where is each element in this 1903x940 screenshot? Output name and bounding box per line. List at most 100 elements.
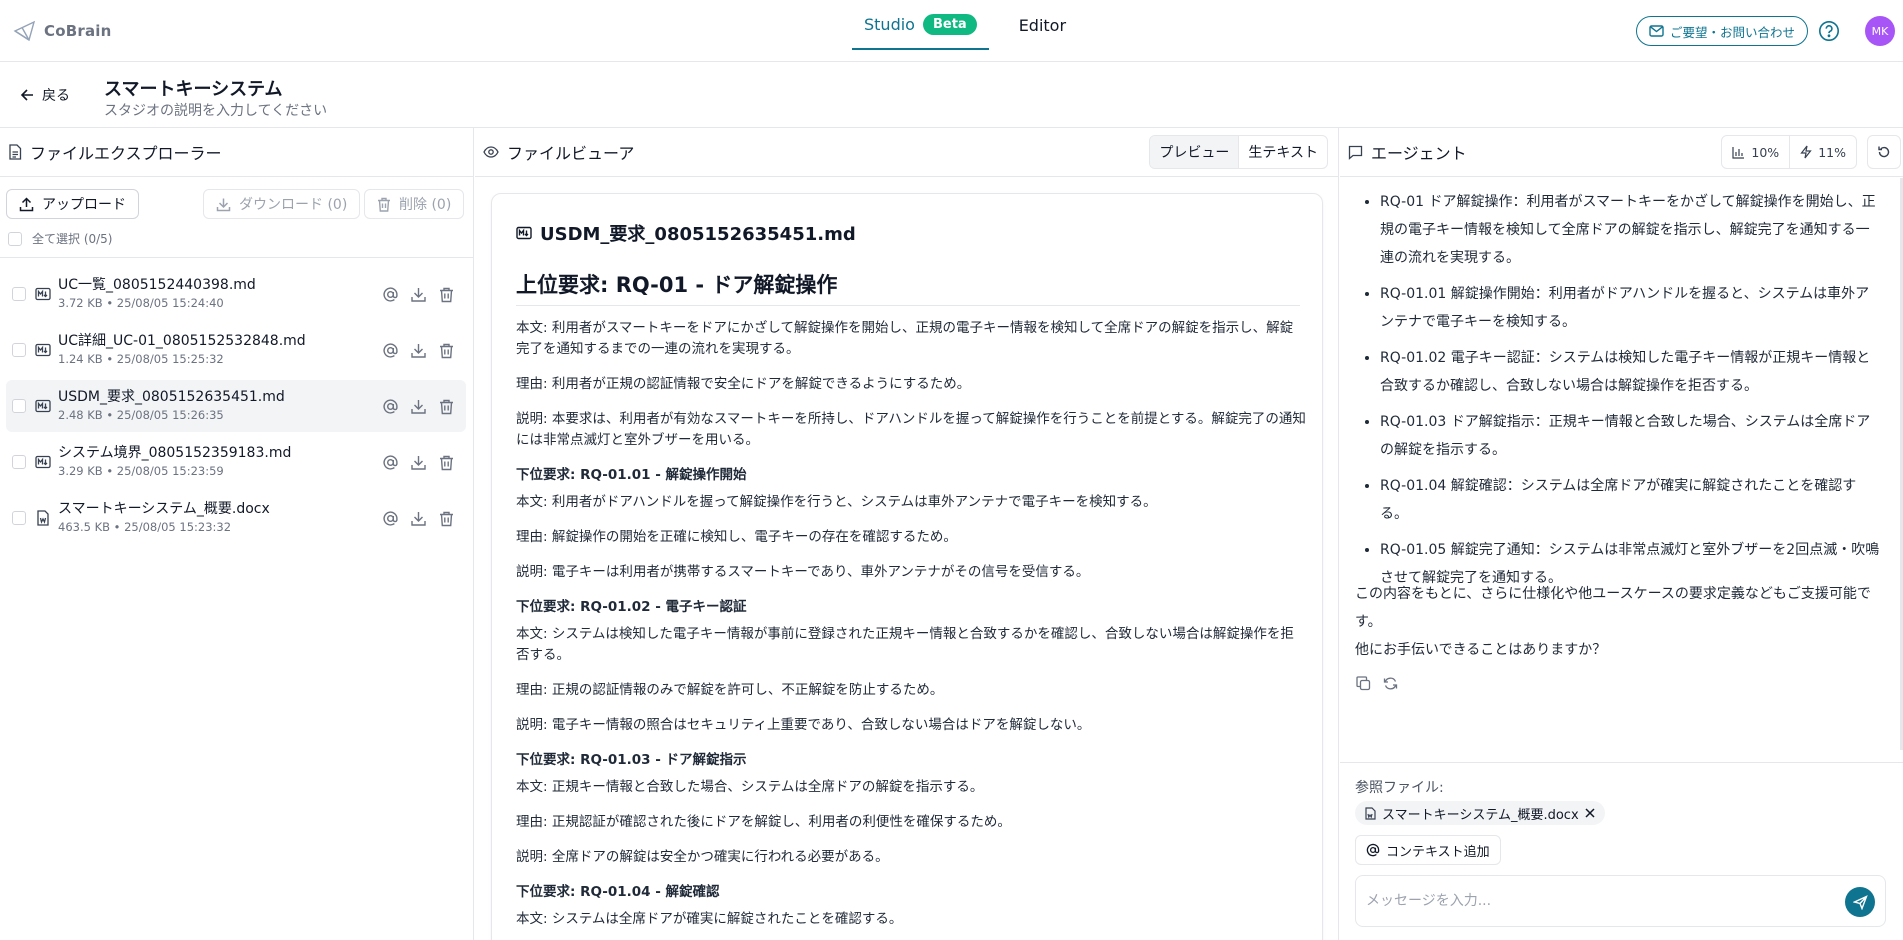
contact-label: ご要望・お問い合わせ [1670, 24, 1796, 40]
bar-chart-icon [1732, 146, 1745, 159]
file-explorer-panel: ファイルエクスプローラー アップロード ダウンロード (0) 削除 (0) 全て… [0, 128, 474, 940]
send-button[interactable] [1845, 887, 1875, 917]
tab-studio-label: Studio [864, 14, 915, 34]
file-checkbox[interactable] [12, 455, 26, 469]
usage-stat-context: 10% [1722, 136, 1791, 168]
at-sign-icon [1366, 843, 1380, 857]
markdown-file-icon [35, 454, 51, 470]
download-icon[interactable] [410, 342, 427, 359]
studio-description[interactable]: スタジオの説明を入力してください [104, 100, 327, 120]
preview-paragraph: 説明: 全席ドアの解錠は安全かつ確実に行われる必要がある。 [516, 849, 889, 865]
usage-stat-value: 11% [1818, 144, 1846, 160]
mention-icon[interactable] [382, 398, 399, 415]
markdown-file-icon [516, 225, 532, 241]
user-avatar[interactable]: MK [1865, 16, 1895, 46]
file-name: UC一覧_0805152440398.md [58, 277, 256, 293]
download-icon[interactable] [410, 510, 427, 527]
file-checkbox[interactable] [12, 343, 26, 357]
logo[interactable]: CoBrain [12, 18, 112, 44]
file-name: UC詳細_UC-01_0805152532848.md [58, 333, 306, 349]
file-name: スマートキーシステム_概要.docx [58, 501, 270, 517]
reference-file-chip[interactable]: スマートキーシステム_概要.docx [1355, 801, 1605, 825]
agent-header: エージェント 10% 11% [1340, 128, 1903, 177]
mention-icon[interactable] [382, 510, 399, 527]
preview-paragraph: 理由: 利用者が正規の認証情報で安全にドアを解錠できるようにするため。 [516, 376, 971, 392]
tab-studio[interactable]: Studio Beta [852, 0, 989, 50]
message-box [1355, 875, 1886, 927]
preview-body: 本文: 利用者がスマートキーをドアにかざして解錠操作を開始し、正規の電子キー情報… [516, 318, 1306, 940]
file-viewer-panel: ファイルビューア プレビュー 生テキスト USDM_要求_08051526354… [475, 128, 1339, 940]
file-meta: 463.5 KB • 25/08/05 15:23:32 [58, 520, 232, 534]
file-row[interactable]: システム境界_0805152359183.md 3.29 KB • 25/08/… [6, 436, 466, 488]
reference-files-label: 参照ファイル: [1355, 780, 1444, 796]
usage-stat-value: 10% [1751, 144, 1780, 160]
regenerate-icon[interactable] [1383, 676, 1398, 691]
select-all[interactable]: 全て選択 (0/5) [8, 230, 113, 247]
document-file-icon [1365, 806, 1376, 820]
list-item: RQ-01.01 解錠操作開始：利用者がドアハンドルを握ると、システムは車外アン… [1380, 280, 1880, 336]
upload-icon [19, 196, 34, 212]
mention-icon[interactable] [382, 454, 399, 471]
help-icon[interactable] [1818, 20, 1840, 42]
back-button[interactable]: 戻る [20, 85, 70, 105]
agent-panel: エージェント 10% 11% RQ-01 ドア解錠操作：利用者がスマートキーをか… [1340, 128, 1903, 940]
preview-paragraph: 説明: 電子キー情報の照合はセキュリティ上重要であり、合致しない場合はドアを解錠… [516, 717, 1091, 733]
preview-subheading: 下位要求: RQ-01.04 - 解錠確認 [516, 884, 720, 900]
upload-button[interactable]: アップロード [6, 189, 139, 219]
reset-conversation-button[interactable] [1867, 135, 1901, 169]
file-checkbox[interactable] [12, 511, 26, 525]
trash-icon[interactable] [438, 398, 455, 415]
file-meta: 1.24 KB • 25/08/05 15:25:32 [58, 352, 224, 366]
preview-paragraph: 理由: 正規認証が確認された後にドアを解錠し、利用者の利便性を確保するため。 [516, 814, 1011, 830]
raw-text-mode-button[interactable]: 生テキスト [1239, 136, 1327, 168]
trash-icon[interactable] [438, 454, 455, 471]
mention-icon[interactable] [382, 286, 399, 303]
trash-icon[interactable] [438, 342, 455, 359]
file-row[interactable]: スマートキーシステム_概要.docx 463.5 KB • 25/08/05 1… [6, 492, 466, 544]
file-row[interactable]: UC詳細_UC-01_0805152532848.md 1.24 KB • 25… [6, 324, 466, 376]
agent-closing: この内容をもとに、さらに仕様化や他ユースケースの要求定義などもご支援可能です。 … [1355, 580, 1880, 664]
trash-icon[interactable] [438, 510, 455, 527]
select-all-checkbox[interactable] [8, 231, 22, 246]
close-icon[interactable] [1585, 808, 1595, 818]
download-button[interactable]: ダウンロード (0) [203, 189, 361, 219]
preview-subheading: 下位要求: RQ-01.02 - 電子キー認証 [516, 599, 747, 615]
preview-mode-button[interactable]: プレビュー [1150, 136, 1240, 168]
preview-subheading: 下位要求: RQ-01.01 - 解錠操作開始 [516, 467, 747, 483]
agent-message-list: RQ-01 ドア解錠操作：利用者がスマートキーをかざして解錠操作を開始し、正規の… [1380, 188, 1880, 600]
view-mode-toggle: プレビュー 生テキスト [1149, 135, 1328, 169]
download-icon[interactable] [410, 454, 427, 471]
download-icon[interactable] [410, 398, 427, 415]
list-item: RQ-01.03 ドア解錠指示：正規キー情報と合致した場合、システムは全席ドアの… [1380, 408, 1880, 464]
contact-button[interactable]: ご要望・お問い合わせ [1636, 16, 1809, 46]
preview-paragraph: 理由: 解錠操作の開始を正確に検知し、電子キーの存在を確認するため。 [516, 529, 957, 545]
agent-title: エージェント [1371, 144, 1467, 163]
add-context-label: コンテキスト追加 [1386, 844, 1490, 860]
copy-icon[interactable] [1356, 676, 1371, 691]
mention-icon[interactable] [382, 342, 399, 359]
preview-paragraph: 本文: 利用者がドアハンドルを握って解錠操作を行うと、システムは車外アンテナで電… [516, 494, 1157, 510]
download-icon[interactable] [410, 286, 427, 303]
file-row-selected[interactable]: USDM_要求_0805152635451.md 2.48 KB • 25/08… [6, 380, 466, 432]
trash-icon[interactable] [438, 286, 455, 303]
lightning-icon [1800, 145, 1812, 159]
list-item: RQ-01.02 電子キー認証：システムは検知した電子キー情報が正規キー情報と合… [1380, 344, 1880, 400]
file-name: USDM_要求_0805152635451.md [58, 389, 285, 405]
preview-heading: 上位要求: RQ-01 - ドア解錠操作 [516, 269, 1300, 306]
mail-icon [1649, 25, 1664, 37]
tab-editor[interactable]: Editor [1007, 0, 1078, 50]
file-actions [382, 454, 455, 471]
eye-icon [483, 146, 499, 158]
chat-messages[interactable]: RQ-01 ドア解錠操作：利用者がスマートキーをかざして解錠操作を開始し、正規の… [1340, 178, 1903, 750]
file-checkbox[interactable] [12, 287, 26, 301]
message-input[interactable] [1366, 888, 1826, 914]
markdown-file-icon [35, 398, 51, 414]
file-checkbox[interactable] [12, 399, 26, 413]
add-context-button[interactable]: コンテキスト追加 [1355, 835, 1501, 865]
upload-label: アップロード [42, 197, 126, 213]
file-row[interactable]: UC一覧_0805152440398.md 3.72 KB • 25/08/05… [6, 268, 466, 320]
delete-button[interactable]: 削除 (0) [364, 189, 465, 219]
file-actions [382, 398, 455, 415]
studio-title[interactable]: スマートキーシステム [104, 75, 283, 101]
delete-label: 削除 (0) [399, 197, 452, 213]
